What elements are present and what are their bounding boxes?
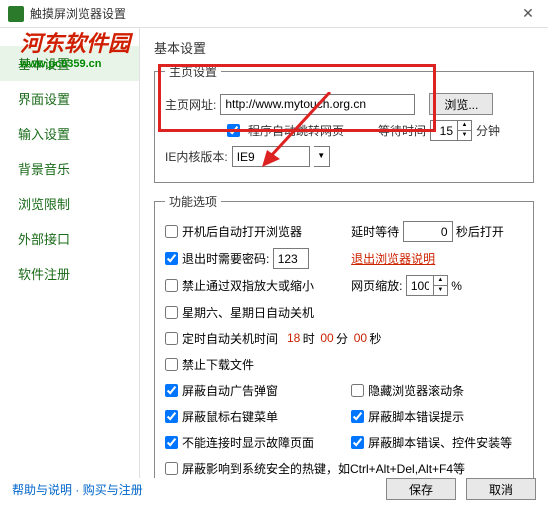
- delay-input[interactable]: [403, 221, 453, 242]
- boot-open-checkbox[interactable]: [165, 225, 178, 238]
- sidebar: 基本设置 界面设置 输入设置 背景音乐 浏览限制 外部接口 软件注册: [0, 28, 140, 478]
- down-icon[interactable]: ▼: [458, 131, 471, 141]
- timed-off-checkbox[interactable]: [165, 332, 178, 345]
- options-legend: 功能选项: [165, 193, 221, 210]
- wait-label: 等待时间: [378, 122, 426, 139]
- dropdown-icon[interactable]: ▼: [314, 146, 330, 167]
- sidebar-item-ext[interactable]: 外部接口: [0, 221, 139, 256]
- block-ads-checkbox[interactable]: [165, 384, 178, 397]
- wait-spinner[interactable]: ▲▼: [430, 120, 472, 141]
- block-script-err-checkbox[interactable]: [351, 410, 364, 423]
- buy-link[interactable]: 购买与注册: [83, 483, 143, 497]
- ie-label: IE内核版本:: [165, 148, 228, 165]
- weekend-off-checkbox[interactable]: [165, 306, 178, 319]
- options-group: 功能选项 开机后自动打开浏览器 延时等待 秒后打开 退出时需要密码: 退出浏览器…: [154, 193, 534, 478]
- auto-jump-checkbox[interactable]: [227, 124, 240, 137]
- block-script-ctrl-checkbox[interactable]: [351, 436, 364, 449]
- help-link[interactable]: 帮助与说明: [12, 483, 72, 497]
- sidebar-item-music[interactable]: 背景音乐: [0, 151, 139, 186]
- wait-unit: 分钟: [476, 122, 500, 139]
- auto-jump-label: 程序自动跳转网页: [248, 122, 344, 139]
- sidebar-item-limit[interactable]: 浏览限制: [0, 186, 139, 221]
- no-download-checkbox[interactable]: [165, 358, 178, 371]
- no-pinch-checkbox[interactable]: [165, 279, 178, 292]
- hide-scroll-checkbox[interactable]: [351, 384, 364, 397]
- close-icon[interactable]: ✕: [516, 2, 540, 26]
- block-hotkeys-checkbox[interactable]: [165, 462, 178, 475]
- sidebar-item-reg[interactable]: 软件注册: [0, 256, 139, 291]
- save-button[interactable]: 保存: [386, 478, 456, 500]
- cancel-button[interactable]: 取消: [466, 478, 536, 500]
- window-title: 触摸屏浏览器设置: [30, 5, 516, 22]
- app-icon: [8, 6, 24, 22]
- sidebar-item-basic[interactable]: 基本设置: [0, 46, 139, 81]
- zoom-spinner[interactable]: ▲▼: [406, 275, 448, 296]
- footer: 帮助与说明 · 购买与注册 保存 取消: [0, 474, 548, 504]
- up-icon[interactable]: ▲: [458, 121, 471, 131]
- homepage-legend: 主页设置: [165, 63, 221, 80]
- show-fault-checkbox[interactable]: [165, 436, 178, 449]
- exit-pwd-checkbox[interactable]: [165, 252, 178, 265]
- titlebar: 触摸屏浏览器设置 ✕: [0, 0, 548, 28]
- main-panel: 基本设置 主页设置 主页网址: 浏览... 程序自动跳转网页 等待时间 ▲▼ 分…: [140, 28, 548, 478]
- exit-pwd-input[interactable]: [273, 248, 309, 269]
- browse-button[interactable]: 浏览...: [429, 93, 493, 115]
- sidebar-item-input[interactable]: 输入设置: [0, 116, 139, 151]
- block-rclick-checkbox[interactable]: [165, 410, 178, 423]
- homepage-url-input[interactable]: [220, 94, 415, 115]
- sidebar-item-ui[interactable]: 界面设置: [0, 81, 139, 116]
- exit-note-link[interactable]: 退出浏览器说明: [351, 250, 435, 267]
- addr-label: 主页网址:: [165, 96, 216, 113]
- main-title: 基本设置: [154, 38, 534, 57]
- ie-version-input[interactable]: [232, 146, 310, 167]
- homepage-group: 主页设置 主页网址: 浏览... 程序自动跳转网页 等待时间 ▲▼ 分钟 IE内…: [154, 63, 534, 183]
